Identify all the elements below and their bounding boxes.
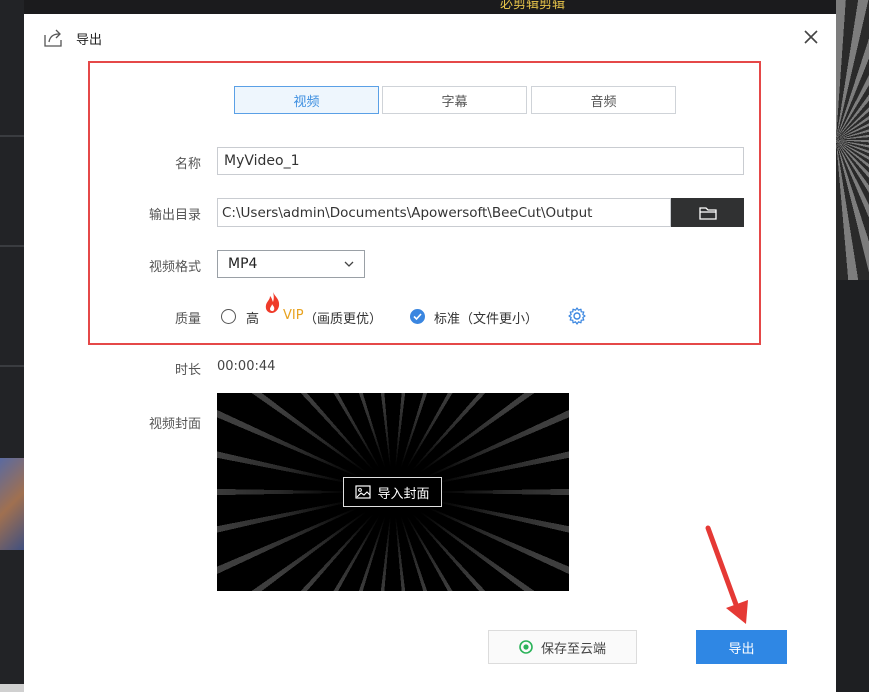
background-divider xyxy=(0,245,24,247)
import-cover-label: 导入封面 xyxy=(377,486,430,502)
image-icon xyxy=(355,485,372,499)
background-divider xyxy=(0,135,24,137)
video-format-value: MP4 xyxy=(228,256,258,272)
quality-standard-label: 标准（文件更小） xyxy=(434,312,539,327)
output-dir-label: 输出目录 xyxy=(148,208,201,223)
browse-folder-button[interactable] xyxy=(671,198,744,227)
background-app-title: 必剪辑剪辑 xyxy=(500,0,566,12)
quality-high-radio[interactable] xyxy=(221,309,236,324)
export-button[interactable]: 导出 xyxy=(696,630,787,664)
folder-icon xyxy=(698,206,717,220)
vip-badge: VIP xyxy=(283,308,304,323)
background-right-panel xyxy=(836,0,869,692)
annotation-arrow xyxy=(705,525,748,624)
export-icon xyxy=(44,29,62,47)
background-preview xyxy=(836,0,869,280)
dialog-header: 导出 xyxy=(24,14,836,62)
name-input[interactable] xyxy=(217,147,744,175)
video-format-select[interactable]: MP4 xyxy=(217,250,365,278)
duration-value: 00:00:44 xyxy=(217,359,276,374)
cover-label: 视频封面 xyxy=(148,417,201,432)
tab-audio[interactable]: 音频 xyxy=(531,86,676,114)
export-dialog: 导出 视频 字幕 音频 名称 输出目录 视频格式 MP4 质量 高 VIP （画… xyxy=(24,14,836,692)
quality-high-note: （画质更优） xyxy=(304,312,383,327)
quality-label: 质量 xyxy=(174,312,201,327)
checkmark-icon xyxy=(413,313,422,321)
cloud-save-icon xyxy=(519,640,533,654)
background-divider xyxy=(0,365,24,367)
save-to-cloud-label: 保存至云端 xyxy=(540,641,606,657)
import-cover-button[interactable]: 导入封面 xyxy=(343,477,442,507)
chevron-down-icon xyxy=(344,261,354,267)
video-format-label: 视频格式 xyxy=(148,260,201,275)
save-to-cloud-button[interactable]: 保存至云端 xyxy=(488,630,637,664)
fire-icon xyxy=(265,292,280,313)
gear-icon[interactable] xyxy=(567,306,587,326)
background-left-panel xyxy=(0,0,24,692)
tab-video[interactable]: 视频 xyxy=(234,86,379,114)
duration-label: 时长 xyxy=(174,363,201,378)
quality-standard-radio[interactable] xyxy=(410,309,425,324)
video-cover-preview: 导入封面 xyxy=(217,393,569,591)
output-dir-input[interactable] xyxy=(217,198,671,227)
background-clip-thumbnail xyxy=(0,458,24,550)
tab-subtitles[interactable]: 字幕 xyxy=(382,86,527,114)
close-icon[interactable] xyxy=(798,24,824,50)
dialog-title: 导出 xyxy=(76,33,103,48)
quality-high-label: 高 xyxy=(246,312,260,327)
name-label: 名称 xyxy=(174,157,201,172)
